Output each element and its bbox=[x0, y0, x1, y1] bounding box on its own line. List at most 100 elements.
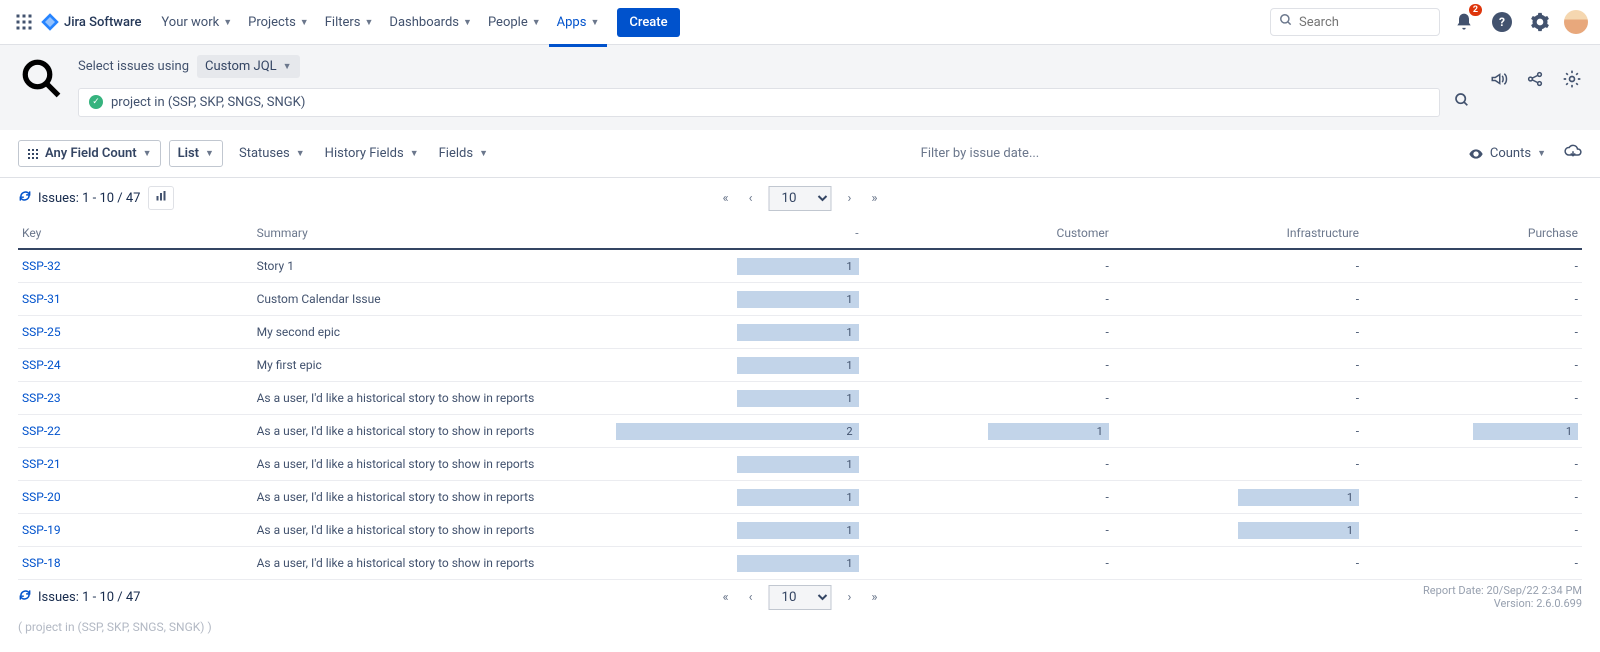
cell-purchase: - bbox=[1363, 448, 1582, 481]
page-next[interactable]: › bbox=[844, 588, 856, 607]
chevron-down-icon: ▼ bbox=[1537, 148, 1546, 159]
any-field-count-dropdown[interactable]: Any Field Count ▼ bbox=[18, 140, 161, 167]
issue-key-link[interactable]: SSP-21 bbox=[22, 457, 61, 471]
cell-dash: 2 bbox=[612, 415, 862, 448]
cell-summary: As a user, I'd like a historical story t… bbox=[253, 448, 613, 481]
date-filter-input[interactable]: Filter by issue date... bbox=[504, 146, 1456, 161]
column-header[interactable]: Summary bbox=[253, 218, 613, 249]
column-header[interactable]: Purchase bbox=[1363, 218, 1582, 249]
issue-key-link[interactable]: SSP-18 bbox=[22, 556, 61, 570]
jql-input[interactable]: ✓ project in (SSP, SKP, SNGS, SNGK) bbox=[78, 88, 1440, 117]
config-icon[interactable] bbox=[1562, 69, 1582, 93]
refresh-icon[interactable] bbox=[18, 189, 32, 207]
announce-icon[interactable] bbox=[1490, 70, 1508, 92]
cell-infrastructure: - bbox=[1113, 316, 1363, 349]
list-dropdown[interactable]: List ▼ bbox=[169, 140, 223, 167]
app-switcher-icon[interactable] bbox=[12, 10, 36, 34]
issue-key-link[interactable]: SSP-31 bbox=[22, 292, 61, 306]
chevron-down-icon: ▼ bbox=[223, 17, 232, 28]
cell-summary: Custom Calendar Issue bbox=[253, 283, 613, 316]
jql-text: project in (SSP, SKP, SNGS, SNGK) bbox=[111, 95, 305, 110]
page-first[interactable]: « bbox=[718, 588, 732, 607]
cloud-download-icon[interactable] bbox=[1564, 143, 1582, 165]
page-prev[interactable]: ‹ bbox=[745, 588, 757, 607]
table-row: SSP-25My second epic1--- bbox=[18, 316, 1582, 349]
jira-logo[interactable]: Jira Software bbox=[40, 12, 141, 32]
page-first[interactable]: « bbox=[718, 189, 732, 208]
issue-key-link[interactable]: SSP-25 bbox=[22, 325, 61, 339]
jql-mode-label: Custom JQL bbox=[205, 59, 277, 74]
cell-dash: 1 bbox=[612, 349, 862, 382]
history-fields-dropdown[interactable]: History Fields▼ bbox=[321, 141, 423, 166]
big-search-icon bbox=[18, 55, 64, 101]
nav-item-apps[interactable]: Apps▼ bbox=[549, 9, 608, 36]
cell-summary: My second epic bbox=[253, 316, 613, 349]
jql-search-button[interactable] bbox=[1448, 86, 1476, 118]
jql-mode-dropdown[interactable]: Custom JQL ▼ bbox=[197, 55, 300, 78]
notif-badge: 2 bbox=[1469, 4, 1482, 16]
page-size-select[interactable]: 10 bbox=[769, 186, 832, 211]
chevron-down-icon: ▼ bbox=[410, 148, 419, 159]
cell-key: SSP-24 bbox=[18, 349, 253, 382]
help-icon[interactable]: ? bbox=[1488, 8, 1516, 36]
column-header[interactable]: Infrastructure bbox=[1113, 218, 1363, 249]
status-row: Issues: 1 - 10 / 47 « ‹ 10 › » bbox=[0, 178, 1600, 218]
list-label: List bbox=[178, 146, 199, 161]
notifications-icon[interactable]: 2 bbox=[1450, 8, 1478, 36]
user-avatar[interactable] bbox=[1564, 10, 1588, 34]
share-icon[interactable] bbox=[1526, 70, 1544, 92]
issue-key-link[interactable]: SSP-24 bbox=[22, 358, 61, 372]
issue-key-link[interactable]: SSP-23 bbox=[22, 391, 61, 405]
chevron-down-icon: ▼ bbox=[300, 17, 309, 28]
nav-item-filters[interactable]: Filters▼ bbox=[317, 9, 382, 36]
column-header[interactable]: Customer bbox=[863, 218, 1113, 249]
cell-infrastructure: - bbox=[1113, 249, 1363, 283]
chart-toggle-icon[interactable] bbox=[148, 186, 174, 210]
counts-dropdown[interactable]: Counts ▼ bbox=[1468, 146, 1546, 162]
page-size-select[interactable]: 10 bbox=[769, 585, 832, 610]
table-row: SSP-22As a user, I'd like a historical s… bbox=[18, 415, 1582, 448]
page-last[interactable]: » bbox=[867, 588, 881, 607]
issue-key-link[interactable]: SSP-19 bbox=[22, 523, 61, 537]
issue-key-link[interactable]: SSP-22 bbox=[22, 424, 61, 438]
chevron-down-icon: ▼ bbox=[532, 17, 541, 28]
cell-summary: Story 1 bbox=[253, 249, 613, 283]
table-row: SSP-19 As a user, I'd like a historical s… bbox=[18, 514, 1582, 547]
column-header[interactable]: - bbox=[612, 218, 862, 249]
query-bar: Select issues using Custom JQL ▼ ✓ proje… bbox=[0, 45, 1600, 130]
cell-purchase: 1 bbox=[1363, 415, 1582, 448]
column-header[interactable]: Key bbox=[18, 218, 253, 249]
nav-item-dashboards[interactable]: Dashboards▼ bbox=[381, 9, 480, 36]
cell-dash: 1 bbox=[612, 283, 862, 316]
cell-infrastructure: - bbox=[1113, 349, 1363, 382]
cell-customer: - bbox=[863, 249, 1113, 283]
global-search[interactable] bbox=[1270, 8, 1440, 36]
cell-summary: My first epic bbox=[253, 349, 613, 382]
issue-key-link[interactable]: SSP-32 bbox=[22, 259, 61, 273]
nav-item-your-work[interactable]: Your work▼ bbox=[153, 9, 240, 36]
cell-purchase: - bbox=[1363, 547, 1582, 580]
product-name: Jira Software bbox=[64, 15, 141, 30]
statuses-dropdown[interactable]: Statuses▼ bbox=[235, 141, 309, 166]
cell-key: SSP-19 bbox=[18, 514, 253, 547]
create-button[interactable]: Create bbox=[617, 8, 679, 37]
cell-dash: 1 bbox=[612, 249, 862, 283]
table-row: SSP-32Story 11--- bbox=[18, 249, 1582, 283]
cell-summary: As a user, I'd like a historical story t… bbox=[253, 514, 613, 547]
global-search-input[interactable] bbox=[1299, 15, 1431, 30]
settings-icon[interactable] bbox=[1526, 8, 1554, 36]
table-row: SSP-21 As a user, I'd like a historical s… bbox=[18, 448, 1582, 481]
page-last[interactable]: » bbox=[867, 189, 881, 208]
page-next[interactable]: › bbox=[844, 189, 856, 208]
cell-dash: 1 bbox=[612, 382, 862, 415]
page-prev[interactable]: ‹ bbox=[745, 189, 757, 208]
refresh-icon[interactable] bbox=[18, 588, 32, 606]
table-row: SSP-23As a user, I'd like a historical s… bbox=[18, 382, 1582, 415]
nav-item-people[interactable]: People▼ bbox=[480, 9, 549, 36]
cell-key: SSP-25 bbox=[18, 316, 253, 349]
fields-dropdown[interactable]: Fields▼ bbox=[435, 141, 492, 166]
issue-key-link[interactable]: SSP-20 bbox=[22, 490, 61, 504]
table-row: SSP-31Custom Calendar Issue1--- bbox=[18, 283, 1582, 316]
nav-item-projects[interactable]: Projects▼ bbox=[240, 9, 317, 36]
cell-key: SSP-21 bbox=[18, 448, 253, 481]
